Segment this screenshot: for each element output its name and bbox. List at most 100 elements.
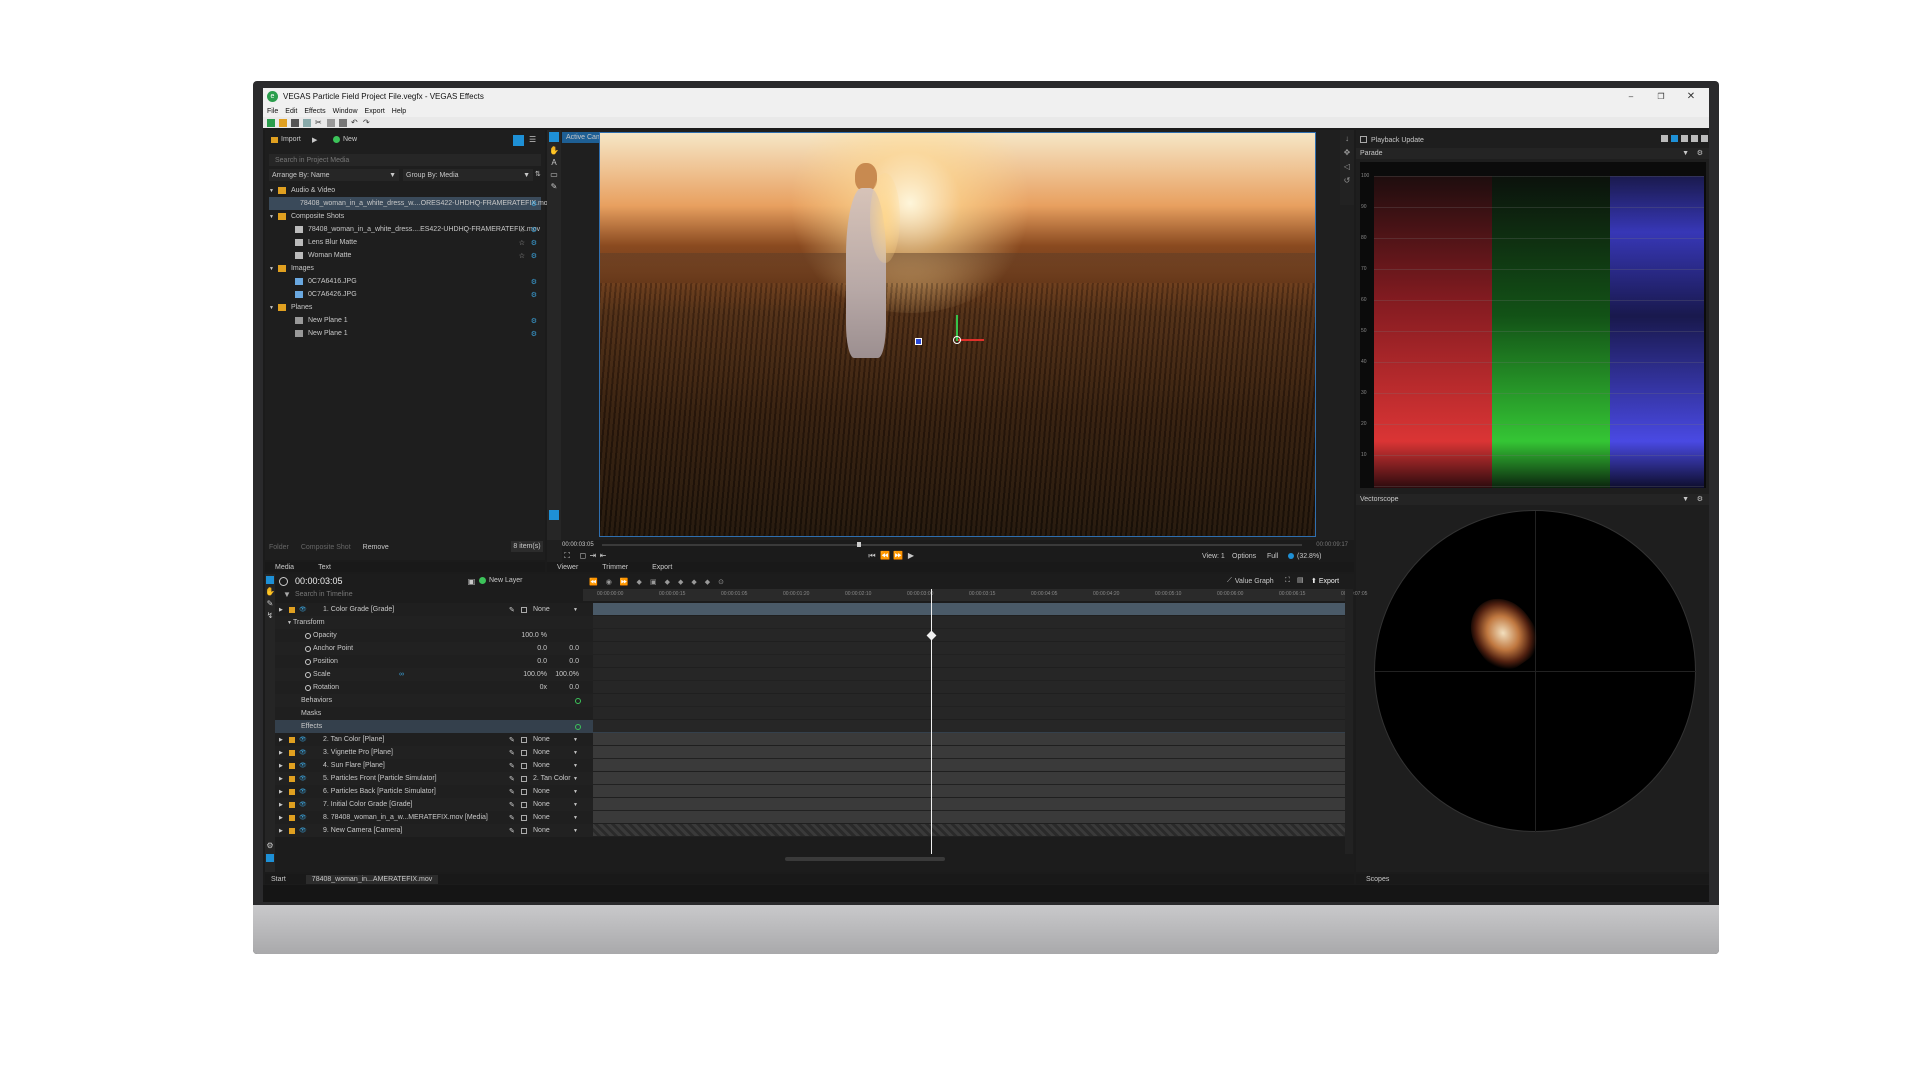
layer-clip[interactable] — [593, 746, 1345, 758]
visibility-eye-icon[interactable]: 👁 — [299, 749, 307, 756]
blend-mode-icon[interactable] — [521, 749, 527, 756]
tab-start[interactable]: Start — [271, 876, 286, 883]
undo-icon[interactable]: ↶ — [351, 118, 359, 127]
sort-icon[interactable]: ⇅ — [535, 171, 541, 178]
move-tool-icon[interactable]: ↓ — [1342, 134, 1352, 144]
menu-item-effects[interactable]: Effects — [304, 108, 325, 115]
layer-row[interactable]: ▶ 👁 6. Particles Back [Particle Simulator]… — [275, 785, 1345, 798]
group-row[interactable]: Behaviors — [275, 694, 1345, 707]
add-icon[interactable] — [575, 723, 581, 730]
keyframe-toggle-icon[interactable] — [305, 632, 311, 639]
layout-grid-icon[interactable] — [1701, 135, 1708, 142]
parent-select[interactable]: None — [533, 736, 550, 743]
playback-update-checkbox[interactable] — [1360, 136, 1367, 143]
menu-item-export[interactable]: Export — [365, 108, 385, 115]
chevron-down-icon[interactable]: ▼ — [269, 188, 274, 194]
chevron-down-icon[interactable]: ▼ — [573, 815, 578, 821]
hold-icon[interactable]: ◆ — [705, 578, 710, 586]
step-forward-icon[interactable]: ⏩ — [893, 551, 903, 561]
layer-clip[interactable] — [593, 798, 1345, 810]
timeline-export-button[interactable]: ⬆ Export — [1311, 577, 1339, 586]
layout-single-icon[interactable] — [1661, 135, 1668, 142]
property-row[interactable]: Anchor Point 0.0 0.0 — [275, 642, 1345, 655]
arrange-by-select[interactable]: Arrange By: Name ▼ — [269, 169, 399, 181]
item-settings-icon[interactable]: ⚙ — [531, 330, 537, 338]
parent-select[interactable]: None — [533, 749, 550, 756]
group-row[interactable]: ▼ Transform — [275, 616, 1345, 629]
chevron-down-icon[interactable]: ▼ — [1682, 150, 1689, 157]
expand-arrow-icon[interactable]: ▶ — [279, 607, 283, 613]
tree-item[interactable]: 0C7A6416.JPG ⚙ — [269, 275, 541, 288]
menu-item-file[interactable]: File — [267, 108, 278, 115]
layer-clip[interactable] — [593, 759, 1345, 771]
copy-icon[interactable] — [327, 118, 335, 127]
layer-clip[interactable] — [593, 772, 1345, 784]
tree-item[interactable]: New Plane 1 ⚙ — [269, 314, 541, 327]
property-track[interactable] — [593, 642, 1345, 654]
tab-text[interactable]: Text — [318, 564, 331, 571]
pen-icon[interactable]: ✎ — [509, 749, 515, 757]
item-settings-icon[interactable]: ⚙ — [531, 252, 537, 260]
visibility-eye-icon[interactable]: 👁 — [299, 775, 307, 782]
lock-icon[interactable] — [289, 606, 295, 613]
zoom-fit-icon[interactable]: ⛶ — [1285, 577, 1290, 584]
ease-in-icon[interactable]: ◆ — [665, 578, 670, 586]
tab-composite[interactable]: 78408_woman_in...AMERATEFIX.mov — [305, 874, 439, 884]
blend-mode-icon[interactable] — [521, 775, 527, 782]
pen-icon[interactable]: ✎ — [509, 788, 515, 796]
list-view-icon[interactable]: ☰ — [529, 136, 536, 144]
layer-clip[interactable] — [593, 811, 1345, 823]
add-composite-button[interactable]: Composite Shot — [301, 544, 351, 551]
loop-icon[interactable]: ◻ — [578, 551, 588, 561]
shape-tool-icon[interactable]: ▭ — [549, 170, 559, 180]
expand-arrow-icon[interactable]: ▶ — [279, 802, 283, 808]
visibility-eye-icon[interactable]: 👁 — [299, 814, 307, 821]
import-arrow-icon[interactable]: ▶ — [312, 137, 317, 144]
property-track[interactable] — [593, 694, 1345, 706]
keyframe-toggle-icon[interactable] — [305, 671, 311, 678]
viewer-scrub-handle[interactable] — [857, 542, 861, 547]
timeline-pen-icon[interactable]: ✎ — [266, 600, 274, 608]
item-settings-icon[interactable]: ⚙ — [531, 239, 537, 247]
layer-clip[interactable] — [593, 785, 1345, 797]
item-settings-icon[interactable]: ⚙ — [531, 226, 537, 234]
pen-tool-icon[interactable]: ✎ — [549, 182, 559, 192]
property-track[interactable] — [593, 629, 1345, 641]
remove-button[interactable]: Remove — [363, 544, 389, 551]
property-value-1[interactable]: 0.0 — [507, 658, 547, 665]
keyframe-toggle-icon[interactable] — [305, 684, 311, 691]
gizmo-x-axis[interactable] — [958, 339, 984, 341]
chevron-down-icon[interactable]: ▼ — [573, 750, 578, 756]
view-select[interactable]: View: 1 — [1202, 553, 1225, 560]
layer-row[interactable]: ▶ 👁 5. Particles Front [Particle Simulator… — [275, 772, 1345, 785]
tab-trimmer[interactable]: Trimmer — [602, 564, 628, 571]
new-button[interactable]: New — [333, 136, 357, 143]
options-select[interactable]: Options — [1232, 553, 1256, 560]
tree-folder[interactable]: ▼ Composite Shots — [269, 210, 541, 223]
property-track[interactable] — [593, 668, 1345, 680]
step-back-icon[interactable]: ⏪ — [880, 551, 890, 561]
layer-row[interactable]: ▶ 👁 4. Sun Flare [Plane] ✎ None ▼ — [275, 759, 1345, 772]
pen-icon[interactable]: ✎ — [509, 814, 515, 822]
property-value-2[interactable]: 0.0 — [551, 645, 579, 652]
property-row[interactable]: Scale 100.0% 100.0% ∞ — [275, 668, 1345, 681]
thumbnail-view-icon[interactable] — [513, 135, 524, 146]
play-icon[interactable]: ▶ — [906, 551, 916, 561]
hand-tool-icon[interactable]: ✋ — [549, 146, 559, 156]
chevron-down-icon[interactable]: ▼ — [269, 266, 274, 272]
expand-arrow-icon[interactable]: ▶ — [279, 750, 283, 756]
skip-start-icon[interactable]: ⏮ — [867, 551, 877, 561]
timeline-settings-icon[interactable]: ⚙ — [266, 842, 274, 850]
layer-clip[interactable] — [593, 603, 1345, 615]
chevron-down-icon[interactable]: ▼ — [573, 737, 578, 743]
favorite-icon[interactable]: ☆ — [519, 239, 525, 247]
lock-icon[interactable] — [289, 749, 295, 756]
paste-icon[interactable] — [339, 118, 347, 127]
link-icon[interactable]: ∞ — [399, 671, 404, 678]
tree-folder[interactable]: ▼ Audio & Video — [269, 184, 541, 197]
new-layer-button[interactable]: New Layer — [479, 577, 522, 584]
pen-icon[interactable]: ✎ — [509, 827, 515, 835]
lock-icon[interactable] — [289, 788, 295, 795]
keyframe-toggle-icon[interactable] — [305, 658, 311, 665]
import-button[interactable]: Import — [271, 136, 301, 143]
